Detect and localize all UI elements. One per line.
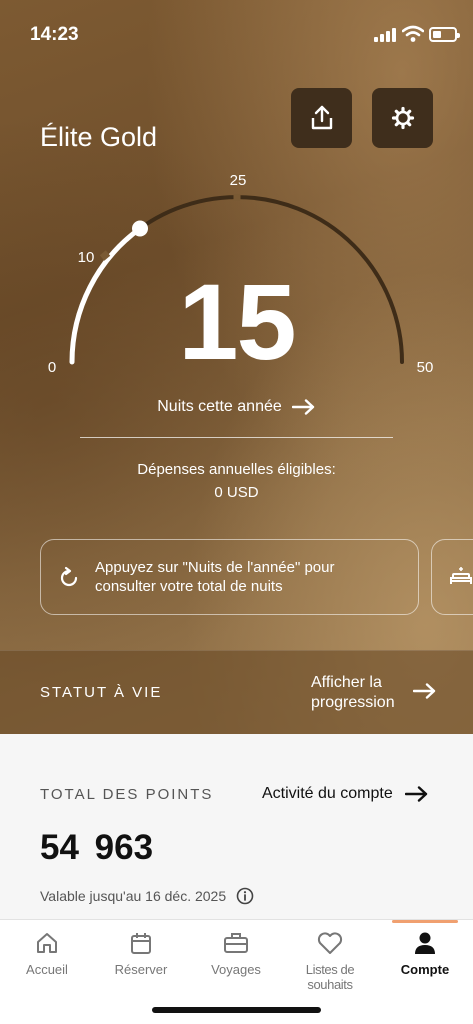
arrow-right-icon — [291, 399, 314, 415]
status-bar: 14:23 — [0, 0, 473, 70]
account-activity-label: Activité du compte — [262, 785, 393, 802]
spend-label: Dépenses annuelles éligibles: — [137, 461, 336, 478]
nights-link[interactable]: Nuits cette année — [0, 398, 473, 416]
nights-count: 15 — [178, 261, 296, 382]
tab-accueil[interactable]: Accueil — [0, 930, 94, 977]
tab-reserver[interactable]: Réserver — [94, 930, 188, 977]
arrow-right-icon — [413, 683, 436, 699]
share-icon — [311, 105, 332, 130]
calendar-icon — [131, 933, 151, 954]
arrow-right-icon — [404, 786, 427, 802]
points-validity: Valable jusqu'au 16 déc. 2025 — [40, 887, 254, 905]
home-icon — [37, 933, 57, 953]
points-title: TOTAL DES POINTS — [40, 786, 214, 803]
signal-icon — [374, 28, 398, 42]
points-section: TOTAL DES POINTS Activité du compte 54 9… — [0, 734, 473, 919]
tab-label: Réserver — [114, 962, 168, 977]
person-icon — [415, 932, 435, 954]
points-validity-text: Valable jusqu'au 16 déc. 2025 — [40, 888, 227, 904]
info-card-text: Appuyez sur "Nuits de l'année" pour cons… — [95, 559, 335, 595]
lifetime-status-title: STATUT À VIE — [40, 684, 163, 701]
gauge-label-10: 10 — [78, 249, 95, 266]
status-time: 14:23 — [30, 24, 79, 45]
tier-title: Élite Gold — [40, 122, 158, 152]
account-activity-link[interactable]: Activité du compte — [262, 785, 429, 803]
gear-icon — [391, 106, 414, 130]
tab-compte[interactable]: Compte — [378, 930, 472, 977]
tab-label: Voyages — [211, 962, 261, 977]
share-button[interactable] — [291, 88, 352, 148]
gauge-gap-10 — [99, 250, 111, 261]
suitcase-icon — [224, 933, 248, 953]
tab-voyages[interactable]: Voyages — [189, 930, 283, 977]
info-card[interactable]: Appuyez sur "Nuits de l'année" pour cons… — [40, 539, 419, 615]
home-indicator — [152, 1007, 321, 1013]
tab-label: Compte — [400, 962, 450, 977]
spend-value: 0 USD — [214, 484, 259, 501]
lifetime-status-row[interactable]: STATUT À VIE Afficher la progression — [0, 650, 473, 734]
battery-icon — [429, 27, 460, 42]
gauge-knob — [132, 220, 148, 237]
refresh-icon — [60, 566, 78, 587]
points-value: 54 963 — [40, 828, 154, 867]
divider — [80, 437, 393, 438]
settings-button[interactable] — [372, 88, 433, 148]
show-progress-link[interactable]: Afficher la progression — [311, 673, 411, 713]
bed-icon — [450, 567, 472, 584]
tab-label: Listes de souhaits — [305, 962, 355, 992]
tab-listes-de-souhaits[interactable]: Listes de souhaits — [283, 930, 377, 992]
tab-label: Accueil — [26, 962, 68, 977]
gauge-label-25: 25 — [230, 172, 247, 189]
active-tab-indicator — [392, 920, 458, 923]
bed-card[interactable] — [431, 539, 473, 615]
heart-icon — [317, 932, 343, 954]
nights-link-label: Nuits cette année — [157, 398, 282, 415]
wifi-icon — [402, 25, 424, 42]
info-icon[interactable] — [236, 887, 254, 905]
